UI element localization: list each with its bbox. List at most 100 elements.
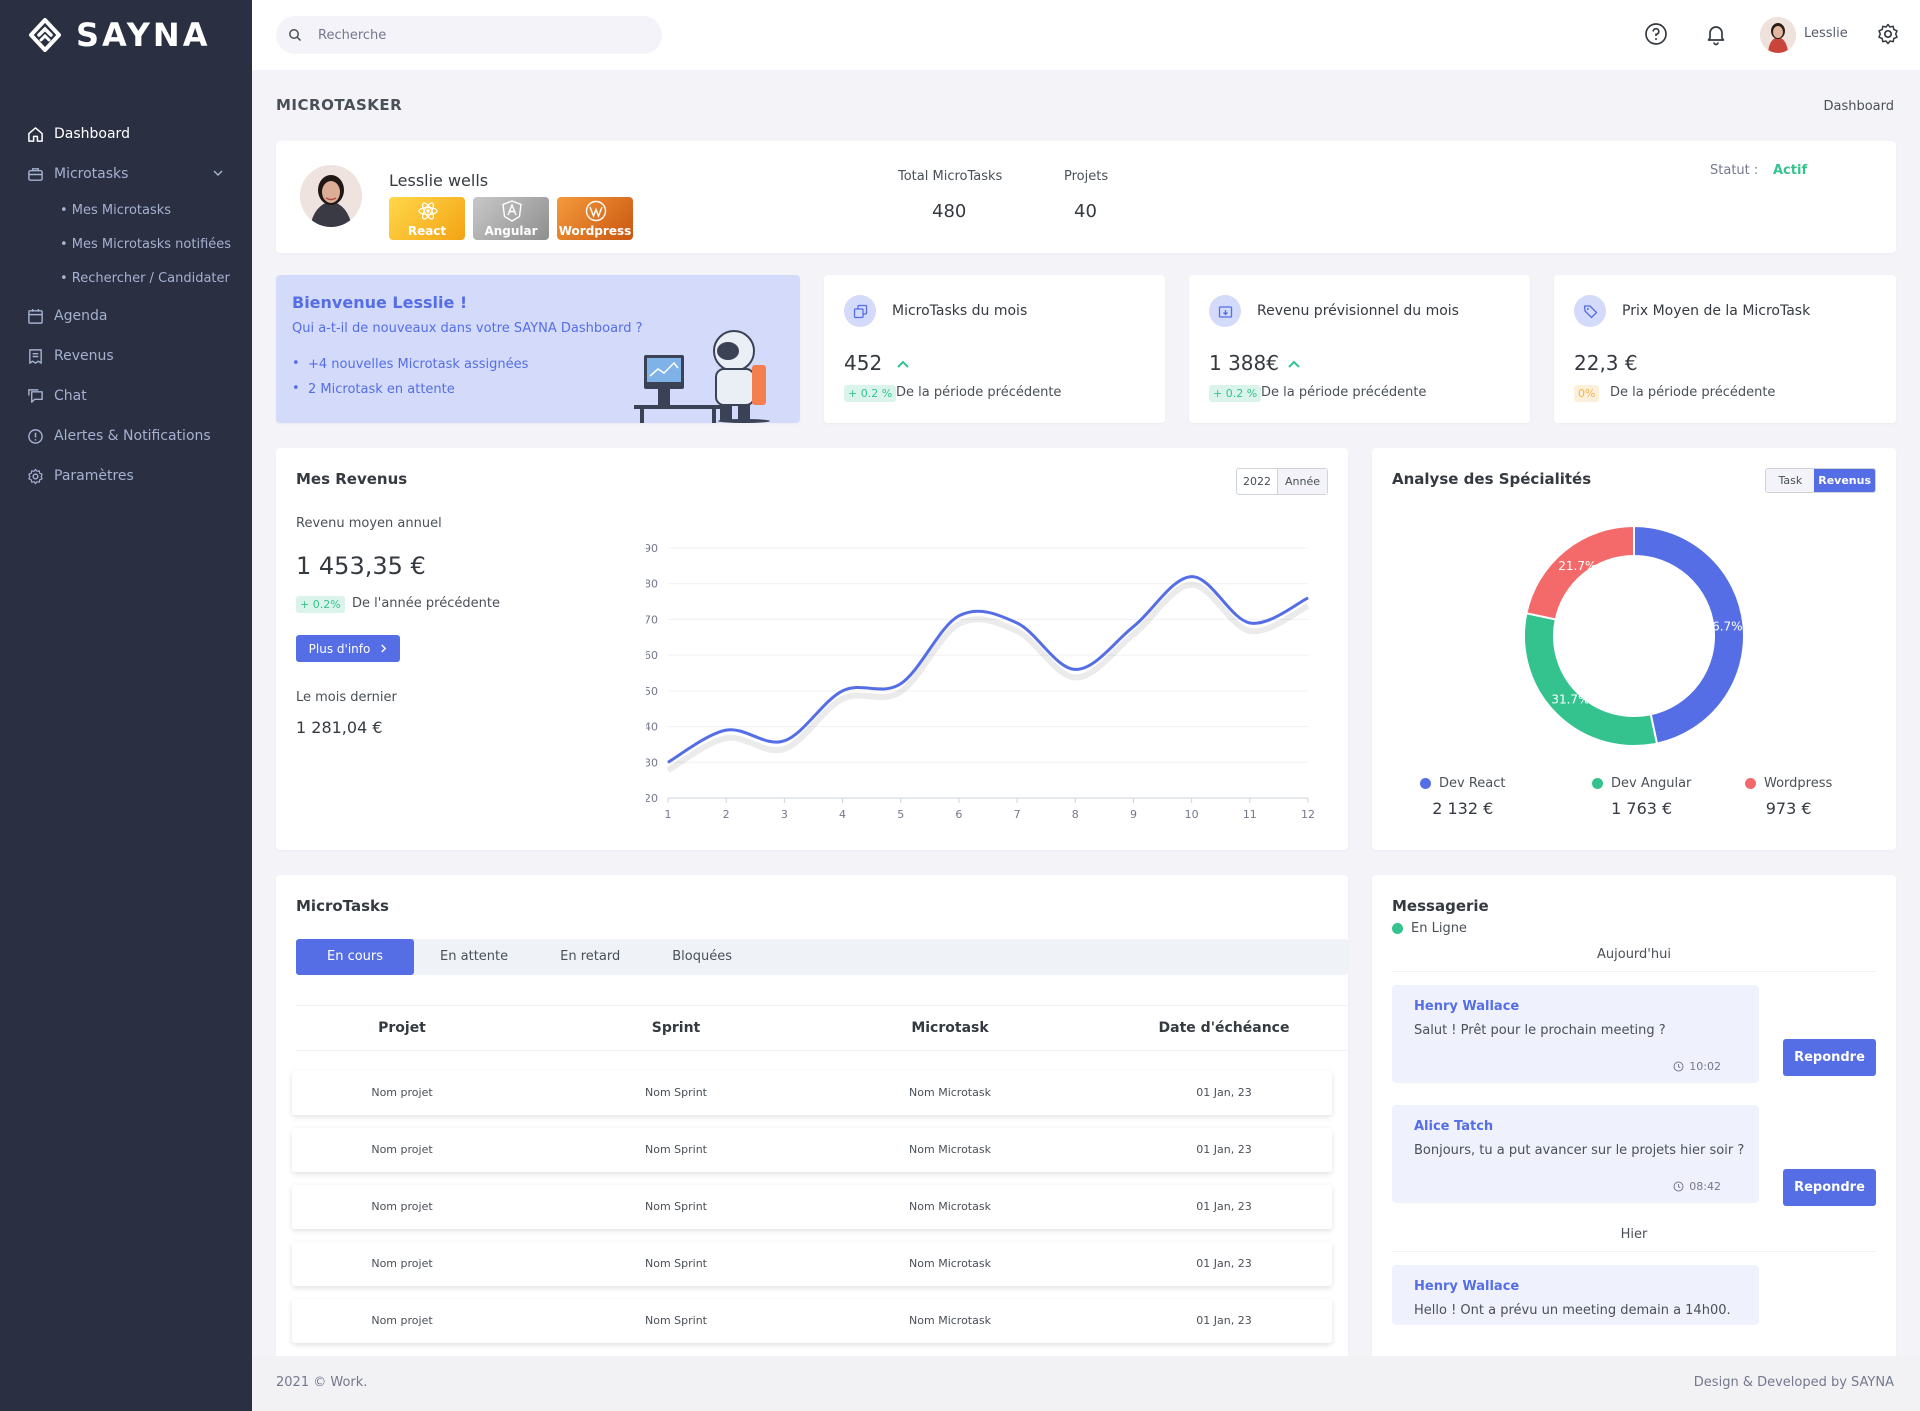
online-label: En Ligne (1411, 921, 1467, 936)
y-tick-label: 50 (646, 685, 658, 698)
microtasks-submenu: • Mes Microtasks • Mes Microtasks notifi… (0, 194, 252, 296)
reply-button[interactable]: Repondre (1783, 1169, 1876, 1206)
projects-label: Projets (1064, 169, 1109, 184)
skill-label: Angular (484, 224, 538, 238)
data-point (725, 729, 727, 731)
avg-revenue-label: Revenu moyen annuel (296, 516, 442, 531)
kpi-period: De la période précédente (1261, 385, 1427, 400)
page-title: MICROTASKER (276, 96, 403, 114)
slice-label: 31.7% (1551, 693, 1589, 707)
y-tick-label: 30 (646, 756, 658, 769)
donut-slice[interactable] (1523, 612, 1659, 747)
x-tick-label: 2 (723, 808, 730, 821)
message-text: Bonjours, tu a put avancer sur le projet… (1414, 1143, 1745, 1158)
sidebar: SAYNA Dashboard Microtasks • Mes Microta… (0, 0, 252, 1411)
help-icon[interactable] (1644, 22, 1668, 46)
year-selector[interactable]: 2022 Année (1235, 468, 1328, 495)
sidebar-item-label: Revenus (54, 348, 114, 364)
search-box[interactable] (276, 16, 662, 54)
tag-icon (1574, 295, 1606, 327)
last-month-value: 1 281,04 € (296, 718, 383, 737)
sidebar-item-revenus[interactable]: Revenus (0, 336, 252, 376)
submenu-item-notifiees[interactable]: • Mes Microtasks notifiées (60, 228, 252, 262)
bell-icon[interactable] (1704, 22, 1728, 46)
sidebar-item-parametres[interactable]: Paramètres (0, 456, 252, 496)
main-content: MICROTASKER Dashboard Lesslie wells Reac… (252, 70, 1920, 1411)
alert-icon (26, 427, 44, 445)
slice-label: 46.7% (1704, 620, 1742, 634)
table-cell: Nom projet (371, 1143, 433, 1156)
submenu-item-rechercher[interactable]: • Rechercher / Candidater (60, 262, 252, 296)
data-point (958, 615, 960, 617)
total-microtasks-label: Total MicroTasks (898, 169, 1003, 184)
sidebar-item-label: Alertes & Notifications (54, 428, 211, 444)
user-avatar[interactable] (1760, 17, 1796, 53)
tab-en-attente[interactable]: En attente (414, 939, 534, 975)
message-bubble: Henry Wallace Salut ! Prêt pour le proch… (1392, 985, 1759, 1083)
specialites-card: Analyse des Spécialités Task Revenus 46.… (1372, 448, 1896, 850)
table-row[interactable]: Nom projet Nom Sprint Nom Microtask 01 Jan,… (292, 1242, 1332, 1286)
table-row[interactable]: Nom projet Nom Sprint Nom Microtask 01 Jan,… (292, 1071, 1332, 1115)
settings-gear-icon[interactable] (1876, 22, 1900, 46)
kpi-value: 22,3 € (1574, 351, 1638, 375)
sidebar-item-label: Chat (54, 388, 87, 404)
search-input[interactable] (318, 27, 638, 43)
task-revenus-toggle[interactable]: Task Revenus (1765, 468, 1876, 493)
kpi-badge: 0% (1574, 385, 1600, 402)
sidebar-item-agenda[interactable]: Agenda (0, 296, 252, 336)
y-tick-label: 80 (646, 578, 658, 591)
tab-bloquees[interactable]: Bloquées (646, 939, 758, 975)
table-row[interactable]: Nom projet Nom Sprint Nom Microtask 01 Jan,… (292, 1185, 1332, 1229)
kpi-title: Prix Moyen de la MicroTask (1622, 303, 1811, 319)
x-tick-label: 12 (1301, 808, 1315, 821)
arrow-up-icon (1288, 360, 1300, 368)
username[interactable]: Lesslie (1804, 26, 1848, 41)
welcome-card: Bienvenue Lesslie ! Qui a-t-il de nouvea… (276, 275, 800, 423)
table-row[interactable]: Nom projet Nom Sprint Nom Microtask 01 Jan,… (292, 1128, 1332, 1172)
data-point (842, 690, 844, 692)
tab-en-cours[interactable]: En cours (296, 939, 415, 975)
reply-button[interactable]: Repondre (1783, 1039, 1876, 1076)
sidebar-item-alertes[interactable]: Alertes & Notifications (0, 416, 252, 456)
submenu-item-mes-microtasks[interactable]: • Mes Microtasks (60, 194, 252, 228)
table-row[interactable]: Nom projet Nom Sprint Nom Microtask 01 Jan,… (292, 1299, 1332, 1343)
x-tick-label: 9 (1130, 808, 1137, 821)
year-value[interactable]: 2022 (1237, 469, 1278, 494)
sidebar-menu: Dashboard Microtasks • Mes Microtasks • … (0, 114, 252, 496)
sidebar-item-dashboard[interactable]: Dashboard (0, 114, 252, 154)
table-cell: Nom Microtask (909, 1314, 991, 1327)
table-header: Projet Sprint Microtask Date d'échéance (296, 1005, 1348, 1051)
donut-slice[interactable] (1633, 524, 1745, 745)
clock-icon (1673, 1181, 1684, 1192)
microtasks-tabs: En cours En attente En retard Bloquées (296, 939, 1348, 975)
clock-icon (1673, 1061, 1684, 1072)
briefcase-icon (26, 165, 44, 183)
divider-today: Aujourd'hui (1392, 947, 1876, 972)
table-cell: 01 Jan, 23 (1196, 1086, 1252, 1099)
y-tick-label: 20 (646, 792, 658, 805)
table-cell: Nom Sprint (645, 1086, 707, 1099)
toggle-revenus[interactable]: Revenus (1814, 469, 1875, 492)
kpi-card-microtasks: MicroTasks du mois 452 + 0.2 % De la pér… (824, 275, 1165, 423)
avg-revenue-value: 1 453,35 € (296, 552, 426, 580)
y-tick-label: 40 (646, 721, 658, 734)
message-time: 08:42 (1673, 1180, 1721, 1193)
list-item: 2 Microtask en attente (292, 381, 528, 397)
specialites-donut-chart: 46.7% 31.7% 21.7% (1523, 524, 1745, 747)
table-cell: Nom projet (371, 1257, 433, 1270)
profile-name: Lesslie wells (389, 171, 489, 190)
toggle-task[interactable]: Task (1766, 469, 1815, 492)
table-cell: Nom Sprint (645, 1200, 707, 1213)
logo[interactable]: SAYNA (0, 0, 252, 70)
sidebar-item-chat[interactable]: Chat (0, 376, 252, 416)
year-button[interactable]: Année (1277, 469, 1327, 494)
breadcrumb[interactable]: Dashboard (1823, 99, 1894, 114)
sidebar-item-microtasks[interactable]: Microtasks (0, 154, 252, 194)
tab-en-retard[interactable]: En retard (534, 939, 646, 975)
sidebar-item-label: Dashboard (54, 126, 130, 142)
plus-info-button[interactable]: Plus d'info (296, 635, 400, 662)
series-line (667, 575, 1309, 764)
messagerie-card: Messagerie En Ligne Aujourd'hui Henry Wa… (1372, 875, 1896, 1411)
revenus-title: Mes Revenus (296, 470, 408, 488)
y-tick-label: 90 (646, 542, 658, 555)
